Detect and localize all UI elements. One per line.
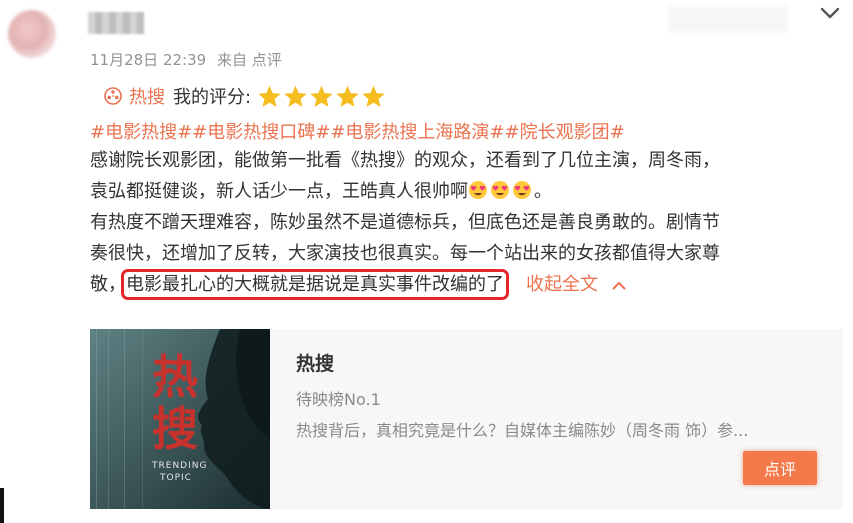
star-rating: [257, 84, 386, 109]
post-text-line: 奏很快，还增加了反转，大家演技也很真实。每一个站出来的女孩都值得大家尊: [90, 243, 720, 264]
hashtag-link[interactable]: #院长观影团#: [505, 122, 625, 143]
post-text-line: 袁弘都挺健谈，新人话少一点，王皓真人很帅啊 。: [90, 176, 840, 207]
post-date[interactable]: 11月28日 22:39: [90, 51, 206, 69]
username-blurred[interactable]: [88, 12, 144, 34]
avatar[interactable]: [8, 10, 56, 58]
star-icon: [284, 85, 307, 107]
post-text-line: 有热度不蹭天理难容，陈妙虽然不是道德标兵，但底色还是善良勇敢的。剧情节: [90, 212, 720, 233]
poster-subtitle-1: TRENDING: [152, 461, 208, 471]
blurred-region: [668, 6, 788, 32]
edge-marker: [0, 488, 4, 523]
post-text-line: 感谢院长观影团，能做第一批看《热搜》的观众，还看到了几位主演，周冬雨，: [90, 150, 720, 171]
chevron-up-icon: [612, 282, 626, 290]
movie-poster[interactable]: 热搜 TRENDING TOPIC: [90, 329, 270, 509]
rating-row: 热搜 我的评分:: [103, 81, 386, 111]
collapse-button[interactable]: 收起全文: [526, 274, 626, 295]
chevron-down-icon[interactable]: [818, 2, 842, 24]
review-button[interactable]: 点评: [743, 451, 817, 485]
highlighted-sentence: 电影最扎心的大概就是据说是真实事件改编的了: [121, 269, 509, 300]
post-text-segment: 袁弘都挺健谈，新人话少一点，王皓真人很帅啊: [90, 181, 468, 202]
collapse-label: 收起全文: [526, 274, 598, 295]
poster-title: 热搜: [152, 350, 198, 456]
star-icon: [258, 85, 281, 107]
star-icon: [310, 85, 333, 107]
heart-eyes-emoji-icon: [491, 181, 509, 199]
heart-eyes-emoji-icon: [513, 181, 531, 199]
post-text-segment: 敬，: [90, 274, 126, 295]
film-reel-icon: [104, 87, 122, 105]
rating-label: 我的评分:: [173, 87, 252, 108]
poster-subtitle-2: TOPIC: [160, 473, 192, 483]
post-text-line: 敬，电影最扎心的大概就是据说是真实事件改编的了 收起全文: [90, 269, 840, 300]
heart-eyes-emoji-icon: [469, 181, 487, 199]
post-source: 来自 点评: [216, 51, 282, 69]
hashtag-link[interactable]: #电影热搜上海路演#: [330, 122, 504, 143]
post-body: 感谢院长观影团，能做第一批看《热搜》的观众，还看到了几位主演，周冬雨， 袁弘都挺…: [90, 145, 840, 300]
movie-link[interactable]: 热搜: [129, 83, 165, 109]
post-text-segment: 。: [534, 181, 552, 202]
post-meta: 11月28日 22:39 来自 点评: [90, 49, 288, 70]
card-title[interactable]: 热搜: [296, 349, 334, 376]
star-icon: [336, 85, 359, 107]
card-description: 热搜背后，真相究竟是什么？自媒体主编陈妙（周冬雨 饰）参...: [296, 421, 749, 440]
movie-card[interactable]: 热搜 TRENDING TOPIC 热搜 待映榜No.1 热搜背后，真相究竟是什…: [90, 329, 843, 509]
hashtag-link[interactable]: #电影热搜口碑#: [192, 122, 330, 143]
card-subtitle: 待映榜No.1: [296, 390, 381, 409]
hashtag-row: #电影热搜##电影热搜口碑##电影热搜上海路演##院长观影团#: [90, 118, 625, 144]
star-icon: [362, 85, 385, 107]
hashtag-link[interactable]: #电影热搜#: [90, 122, 192, 143]
